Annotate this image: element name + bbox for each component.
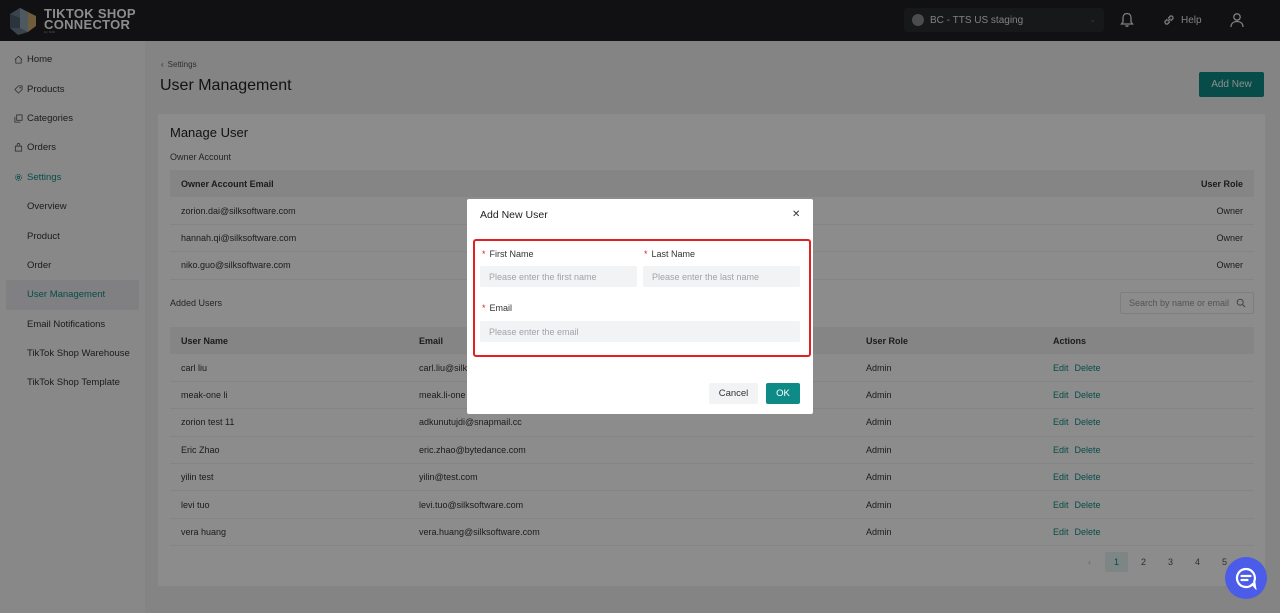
first-name-input[interactable] xyxy=(480,266,637,287)
first-name-label: * First Name xyxy=(482,249,534,259)
cancel-button[interactable]: Cancel xyxy=(709,383,758,404)
last-name-input[interactable] xyxy=(643,266,800,287)
add-new-user-modal: Add New User ✕ *First Name *Last Name *E… xyxy=(467,199,813,414)
modal-title: Add New User xyxy=(480,209,548,221)
chat-button[interactable] xyxy=(1225,557,1267,599)
first-name-label-text: First Name xyxy=(489,249,534,259)
email-input[interactable] xyxy=(480,321,800,342)
last-name-label: * Last Name xyxy=(644,249,695,259)
required-mark: * xyxy=(644,249,648,259)
close-icon[interactable]: ✕ xyxy=(792,209,800,220)
required-mark: * xyxy=(482,303,486,313)
required-mark: * xyxy=(482,249,486,259)
last-name-label-text: Last Name xyxy=(651,249,696,259)
chat-icon xyxy=(1235,567,1257,590)
email-label-text: Email xyxy=(489,303,513,313)
ok-button[interactable]: OK xyxy=(766,383,800,404)
email-label: * Email xyxy=(482,303,512,313)
